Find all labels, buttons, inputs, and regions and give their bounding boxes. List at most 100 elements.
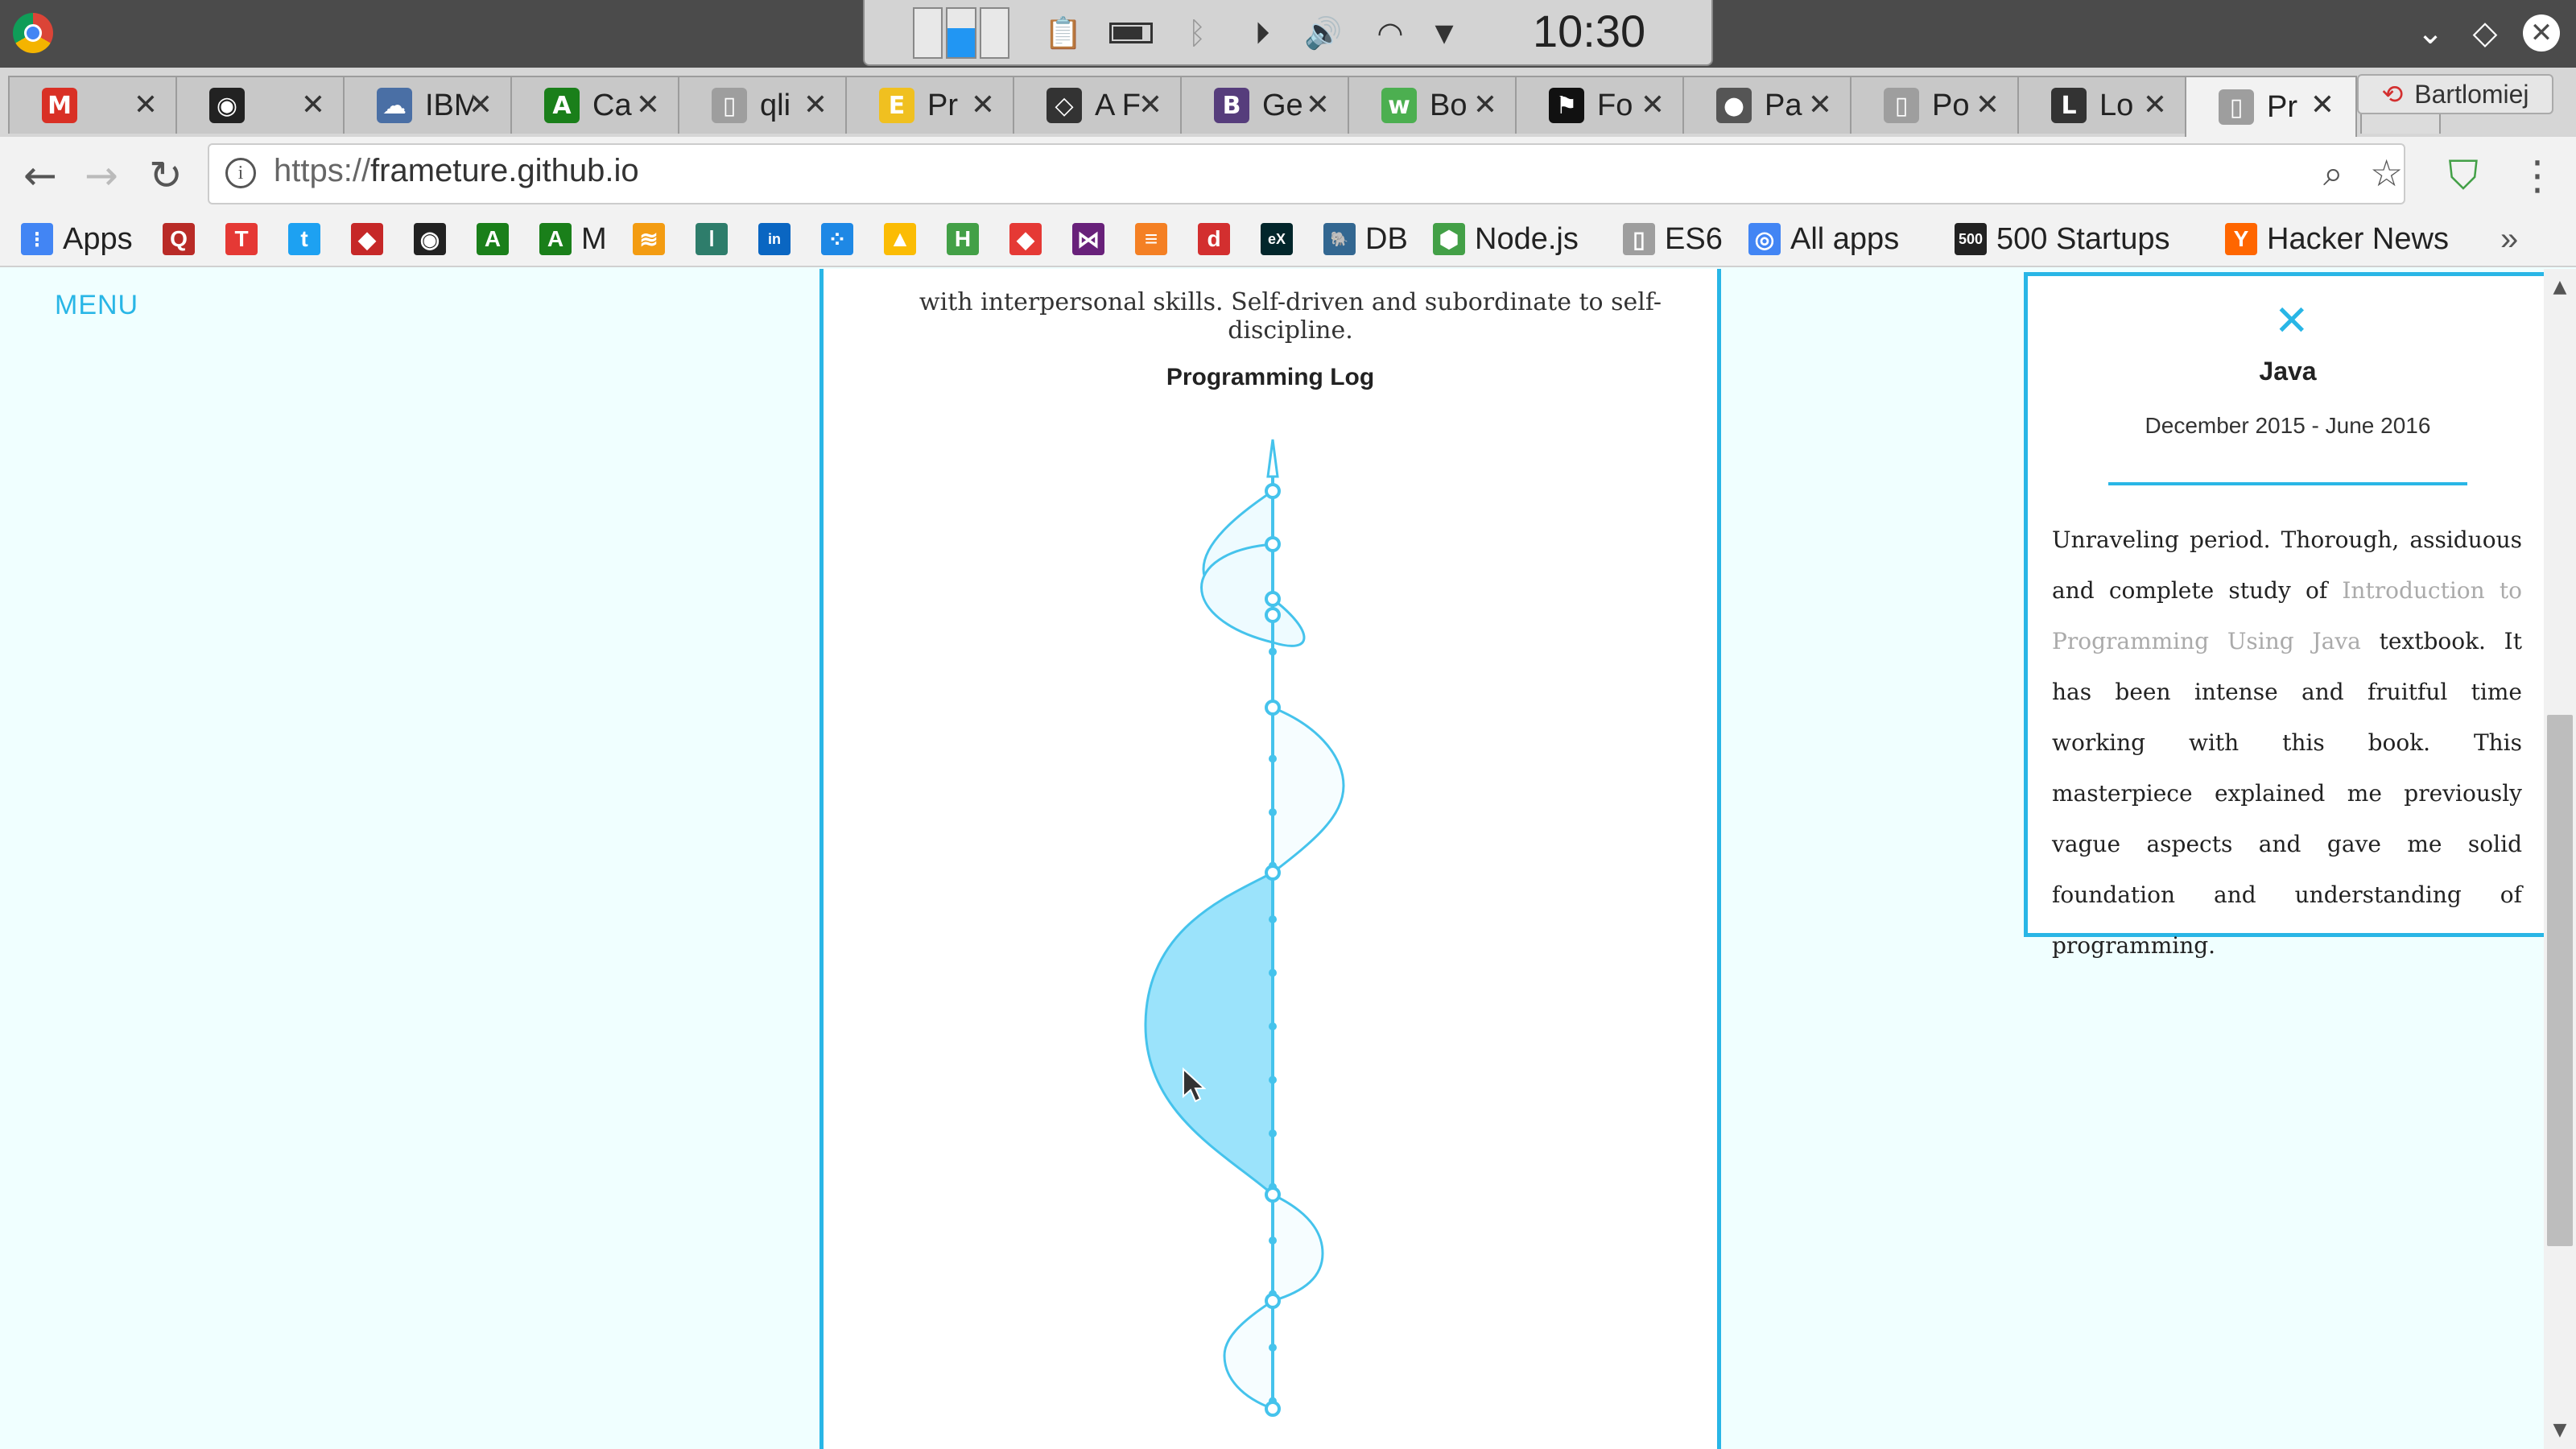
- battery-icon[interactable]: [1103, 11, 1159, 55]
- bookmark-11[interactable]: ⁘: [821, 219, 863, 259]
- tab-12[interactable]: L Lo ✕: [2017, 76, 2190, 134]
- site-info-icon[interactable]: i: [225, 158, 256, 188]
- bookmark-6[interactable]: A: [477, 219, 518, 259]
- tab-5[interactable]: E Pr ✕: [845, 76, 1018, 134]
- close-icon[interactable]: ✕: [2274, 297, 2310, 345]
- timeline-node[interactable]: [1265, 865, 1281, 881]
- bookmark-1[interactable]: Q: [163, 219, 204, 259]
- bookmark-16[interactable]: ≡: [1135, 219, 1177, 259]
- forward-button[interactable]: →: [79, 152, 124, 199]
- bookmark-8[interactable]: ≋: [633, 219, 675, 259]
- bookmark-14[interactable]: ◆: [1009, 219, 1051, 259]
- tab-6[interactable]: ◇ A F ✕: [1013, 76, 1185, 134]
- menu-link[interactable]: MENU: [55, 290, 138, 321]
- bookmark-12[interactable]: ▲: [884, 219, 926, 259]
- security-shield-icon[interactable]: ⛉: [2441, 152, 2486, 199]
- bookmark-0[interactable]: ⁝ Apps: [21, 219, 133, 259]
- bookmark-10[interactable]: in: [758, 219, 800, 259]
- tab-1[interactable]: ◉ ✕: [175, 76, 348, 134]
- timeline-dot: [1269, 915, 1277, 923]
- tab-10[interactable]: ● Pa ✕: [1682, 76, 1855, 134]
- clipboard-icon[interactable]: 📋: [1042, 11, 1085, 55]
- bookmark-24[interactable]: Y Hacker News: [2225, 219, 2449, 259]
- wifi-icon[interactable]: ◠: [1362, 11, 1418, 55]
- timeline-node[interactable]: [1265, 483, 1281, 499]
- bluetooth-icon[interactable]: ᛒ: [1175, 11, 1219, 55]
- bookmark-2[interactable]: T: [225, 219, 267, 259]
- bookmark-22[interactable]: ◎ All apps: [1748, 219, 1899, 259]
- tray-menu-chevron-icon[interactable]: ▼: [1428, 11, 1460, 55]
- volume-icon[interactable]: 🔊: [1299, 11, 1348, 55]
- scroll-down-icon[interactable]: ▼: [2549, 1420, 2571, 1443]
- tab-title: Fo: [1597, 88, 1633, 122]
- chrome-logo-icon[interactable]: [13, 13, 53, 53]
- bookmark-18[interactable]: eX: [1261, 219, 1302, 259]
- timeline-node[interactable]: [1265, 700, 1281, 716]
- bookmark-19[interactable]: 🐘 DB: [1323, 219, 1408, 259]
- maximize-icon[interactable]: ◇: [2467, 14, 2504, 52]
- wave-segment-active[interactable]: [1144, 870, 1274, 1198]
- tab-0[interactable]: M ✕: [8, 76, 180, 134]
- tab-close-icon[interactable]: ✕: [301, 89, 325, 122]
- bookmark-3[interactable]: t: [288, 219, 330, 259]
- browser-menu-icon[interactable]: ⋮: [2515, 152, 2560, 199]
- tab-close-icon[interactable]: ✕: [469, 89, 493, 122]
- tab-3[interactable]: A Ca ✕: [510, 76, 683, 134]
- tab-close-icon[interactable]: ✕: [1975, 89, 2000, 122]
- tab-close-icon[interactable]: ✕: [1808, 89, 1832, 122]
- tab-2[interactable]: ☁ IBM ✕: [343, 76, 515, 134]
- bookmark-5[interactable]: ◉: [414, 219, 456, 259]
- tab-close-icon[interactable]: ✕: [2143, 89, 2167, 122]
- page-scrollbar[interactable]: ▲ ▼: [2544, 269, 2576, 1449]
- bookmark-17[interactable]: d: [1198, 219, 1240, 259]
- bookmark-7[interactable]: AM: [539, 219, 607, 259]
- bookmark-20[interactable]: ⬢ Node.js: [1433, 219, 1579, 259]
- bookmark-15[interactable]: ⋈: [1072, 219, 1114, 259]
- tab-title: Pr: [927, 88, 958, 122]
- ruby-icon: ◆: [351, 223, 383, 255]
- profile-button[interactable]: ⟲ Bartlomiej: [2357, 74, 2553, 114]
- tab-4[interactable]: ▯ qli ✕: [678, 76, 850, 134]
- close-window-icon[interactable]: ✕: [2523, 14, 2560, 52]
- url-text[interactable]: https://frameture.github.io: [274, 153, 639, 189]
- timeline-node[interactable]: [1265, 1401, 1281, 1417]
- zoom-icon[interactable]: ⌕: [2323, 153, 2343, 194]
- timeline-node[interactable]: [1265, 1293, 1281, 1309]
- tab-close-icon[interactable]: ✕: [971, 89, 995, 122]
- bookmark-21[interactable]: ▯ ES6: [1623, 219, 1723, 259]
- tab-9[interactable]: ⚑ Fo ✕: [1515, 76, 1687, 134]
- tab-close-icon[interactable]: ✕: [636, 89, 660, 122]
- tab-7[interactable]: B Ge ✕: [1180, 76, 1352, 134]
- timeline-node[interactable]: [1265, 591, 1281, 607]
- chevron-down-icon[interactable]: ⌄: [2412, 14, 2449, 52]
- tab-close-icon[interactable]: ✕: [1641, 89, 1665, 122]
- timeline-node[interactable]: [1265, 607, 1281, 623]
- tab-close-icon[interactable]: ✕: [1473, 89, 1497, 122]
- bookmark-star-icon[interactable]: ☆: [2370, 151, 2403, 195]
- tab-8[interactable]: w Bo ✕: [1348, 76, 1520, 134]
- tab-close-icon[interactable]: ✕: [803, 89, 828, 122]
- address-bar[interactable]: i https://frameture.github.io ⌕ ☆: [208, 143, 2405, 204]
- bookmark-13[interactable]: H: [947, 219, 989, 259]
- bookmark-4[interactable]: ◆: [351, 219, 393, 259]
- bookmarks-overflow-icon[interactable]: »: [2500, 219, 2518, 259]
- back-button[interactable]: ←: [18, 152, 63, 199]
- tab-11[interactable]: ▯ Po ✕: [1850, 76, 2022, 134]
- bookmark-23[interactable]: 500 500 Startups: [1955, 219, 2169, 259]
- wave-segment-low-right[interactable]: [1271, 1192, 1324, 1303]
- tab-close-icon[interactable]: ✕: [1306, 89, 1330, 122]
- bookmark-9[interactable]: ǀ: [696, 219, 737, 259]
- scroll-up-icon[interactable]: ▲: [2549, 277, 2571, 299]
- tab-close-icon[interactable]: ✕: [1138, 89, 1162, 122]
- workspace-pager-icon[interactable]: [913, 7, 1009, 59]
- media-play-icon[interactable]: ⏵: [1240, 11, 1285, 55]
- reload-button[interactable]: ↻: [143, 152, 188, 199]
- tab-close-icon[interactable]: ✕: [2310, 89, 2334, 122]
- tab-13[interactable]: ▯ Pr ✕: [2185, 76, 2357, 137]
- timeline-node[interactable]: [1265, 536, 1281, 552]
- scrollbar-thumb[interactable]: [2547, 715, 2573, 1246]
- wave-segment-bottom-left[interactable]: [1223, 1298, 1274, 1411]
- timeline-node[interactable]: [1265, 1187, 1281, 1203]
- tab-close-icon[interactable]: ✕: [134, 89, 158, 122]
- wave-segment-mid-right[interactable]: [1271, 705, 1345, 876]
